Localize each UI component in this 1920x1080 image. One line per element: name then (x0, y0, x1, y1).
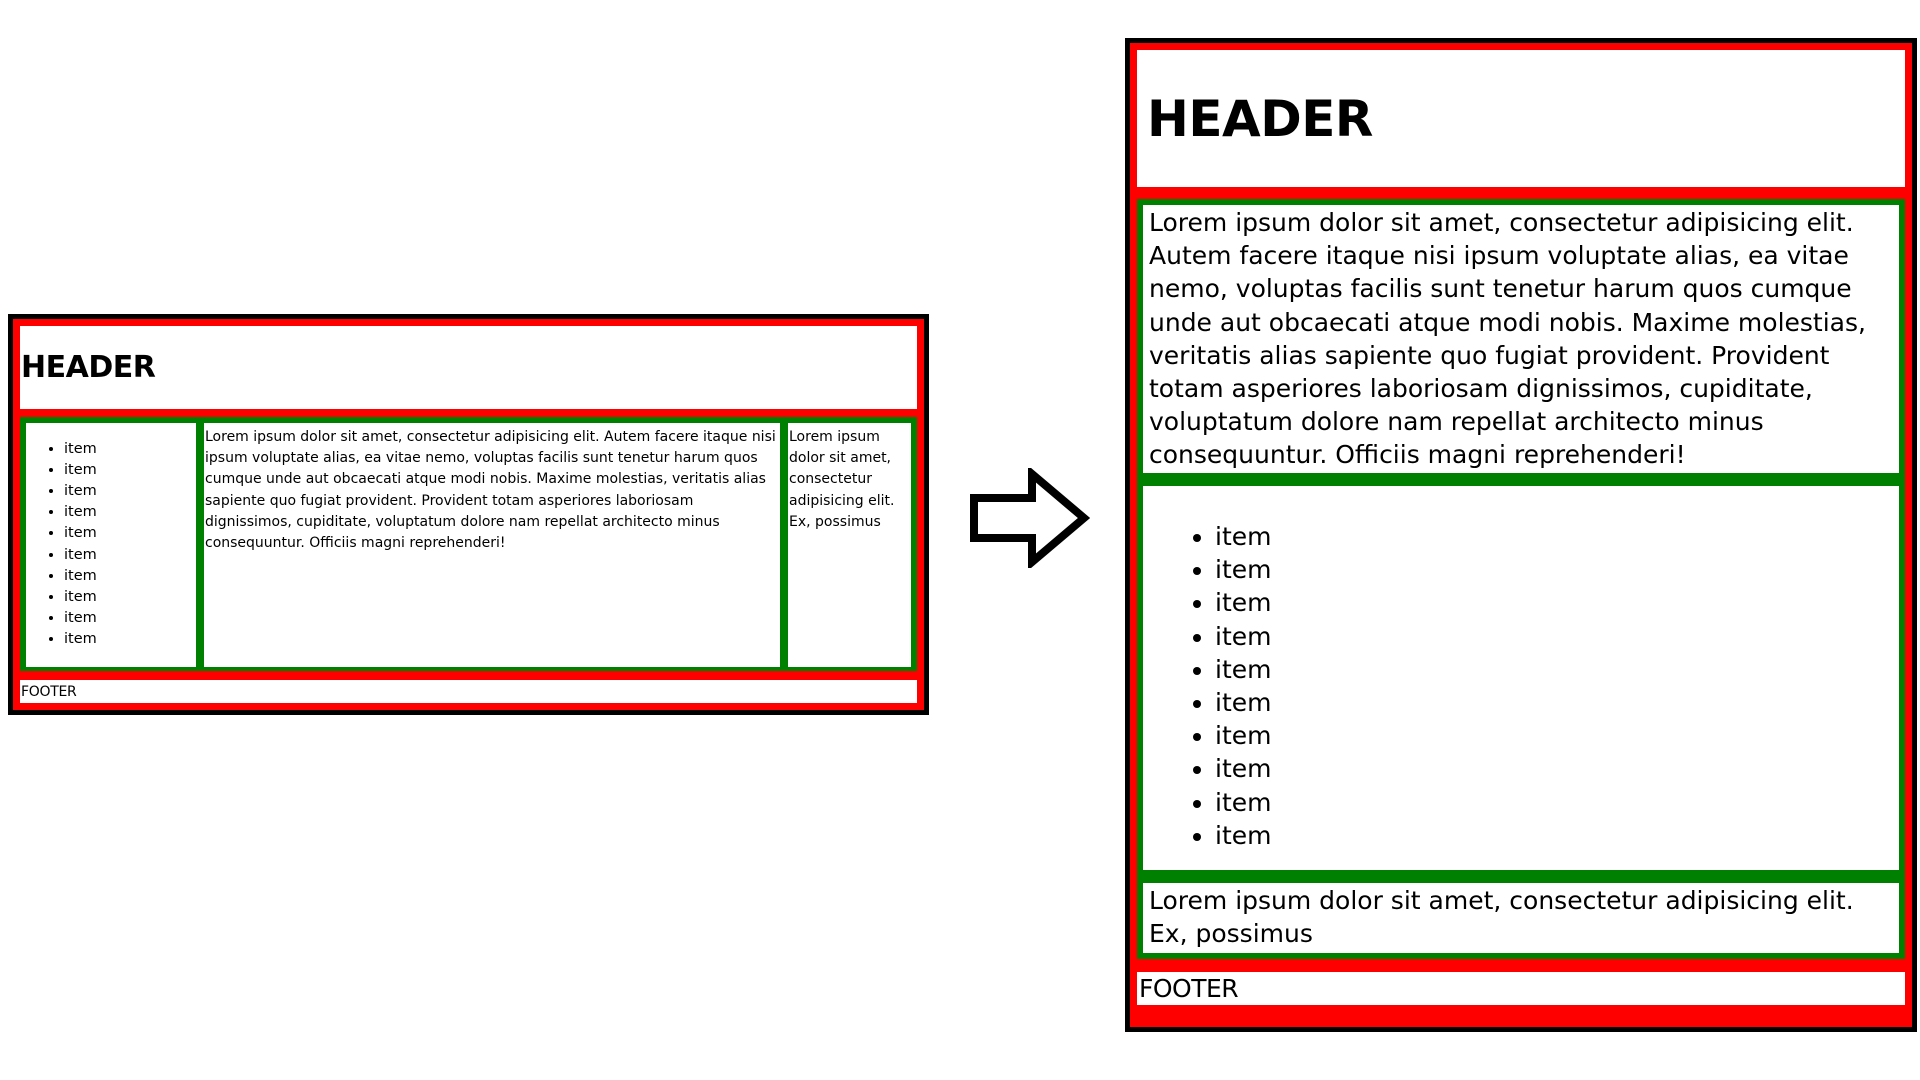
list-item: item (64, 439, 196, 460)
list-item: item (1215, 520, 1899, 553)
narrow-nav: item item item item item item item item … (1143, 486, 1899, 870)
list-item: item (1215, 620, 1899, 653)
wide-content: Lorem ipsum dolor sit amet, consectetur … (204, 423, 780, 668)
wide-nav-list: item item item item item item item item … (26, 439, 196, 650)
list-item: item (64, 523, 196, 544)
wide-footer: FOOTER (20, 680, 917, 703)
wide-nav: item item item item item item item item … (26, 423, 196, 668)
list-item: item (64, 629, 196, 650)
wide-aside: Lorem ipsum dolor sit amet, consectetur … (788, 423, 911, 668)
diagram-canvas: HEADER item item item item item item ite… (0, 0, 1920, 1080)
wide-header: HEADER (13, 319, 924, 410)
list-item: item (64, 566, 196, 587)
narrow-header: HEADER (1130, 43, 1912, 187)
list-item: item (64, 481, 196, 502)
wide-main: item item item item item item item item … (20, 417, 917, 672)
narrow-footer: FOOTER (1137, 972, 1905, 1005)
list-item: item (1215, 586, 1899, 619)
list-item: item (64, 545, 196, 566)
wide-layout: HEADER item item item item item item ite… (8, 314, 929, 715)
wide-header-title: HEADER (21, 350, 156, 386)
list-item: item (64, 502, 196, 523)
list-item: item (1215, 686, 1899, 719)
narrow-main: Lorem ipsum dolor sit amet, consectetur … (1137, 199, 1905, 959)
right-arrow-outline-icon (970, 468, 1090, 568)
narrow-nav-list: item item item item item item item item … (1143, 520, 1899, 852)
list-item: item (1215, 786, 1899, 819)
list-item: item (64, 608, 196, 629)
list-item: item (1215, 653, 1899, 686)
list-item: item (64, 587, 196, 608)
list-item: item (1215, 752, 1899, 785)
narrow-content: Lorem ipsum dolor sit amet, consectetur … (1143, 205, 1899, 473)
narrow-header-title: HEADER (1147, 89, 1373, 148)
list-item: item (64, 460, 196, 481)
narrow-aside: Lorem ipsum dolor sit amet, consectetur … (1143, 883, 1899, 953)
list-item: item (1215, 819, 1899, 852)
narrow-layout: HEADER Lorem ipsum dolor sit amet, conse… (1125, 38, 1917, 1032)
list-item: item (1215, 553, 1899, 586)
list-item: item (1215, 719, 1899, 752)
